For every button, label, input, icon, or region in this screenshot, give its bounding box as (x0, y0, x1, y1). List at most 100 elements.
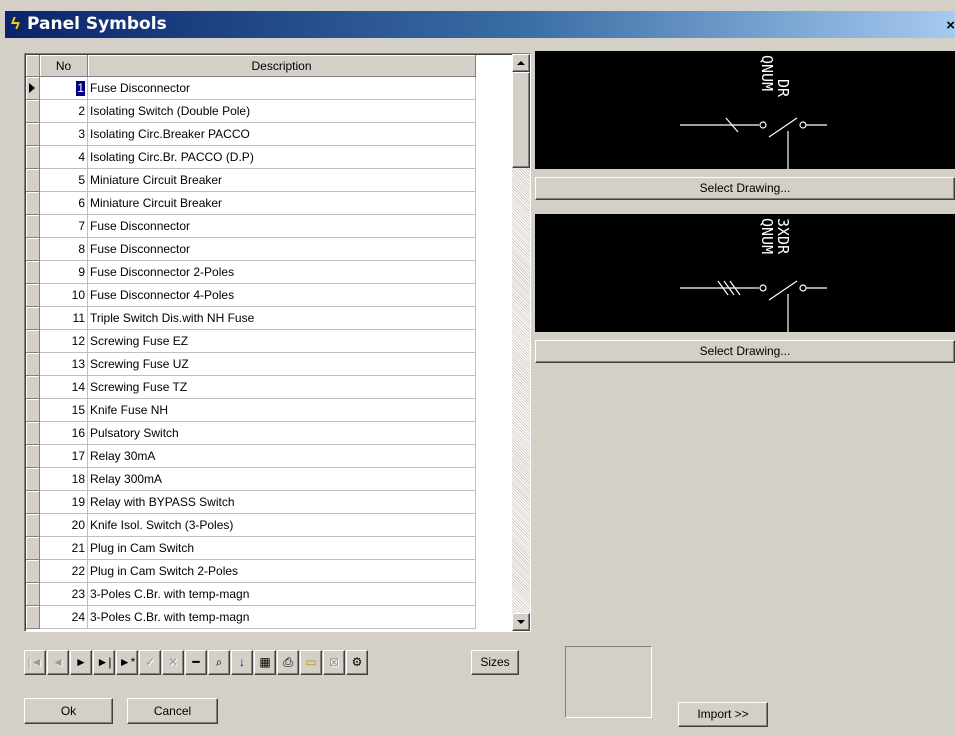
close-table-button[interactable]: ⊠ (323, 650, 345, 675)
cell-no[interactable]: 9 (40, 261, 88, 284)
cell-no[interactable]: 19 (40, 491, 88, 514)
table-row[interactable]: 5 Miniature Circuit Breaker (26, 169, 476, 192)
table-row[interactable]: 23 3-Poles C.Br. with temp-magn (26, 583, 476, 606)
table-row[interactable]: 9 Fuse Disconnector 2-Poles (26, 261, 476, 284)
table-row[interactable]: 20 Knife Isol. Switch (3-Poles) (26, 514, 476, 537)
table-row[interactable]: 15 Knife Fuse NH (26, 399, 476, 422)
cell-description[interactable]: Knife Fuse NH (88, 399, 476, 422)
cell-description[interactable]: 3-Poles C.Br. with temp-magn (88, 606, 476, 629)
ok-button[interactable]: Ok (24, 698, 113, 724)
row-indicator[interactable] (26, 192, 40, 215)
table-row[interactable]: 24 3-Poles C.Br. with temp-magn (26, 606, 476, 629)
cell-no[interactable]: 5 (40, 169, 88, 192)
cell-no[interactable]: 1 (40, 77, 88, 100)
row-indicator[interactable] (26, 376, 40, 399)
column-header-no[interactable]: No (40, 55, 88, 77)
cell-description[interactable]: Fuse Disconnector 2-Poles (88, 261, 476, 284)
table-row[interactable]: 14 Screwing Fuse TZ (26, 376, 476, 399)
row-indicator[interactable] (26, 353, 40, 376)
cell-description[interactable]: Fuse Disconnector (88, 238, 476, 261)
row-indicator[interactable] (26, 77, 40, 100)
row-indicator[interactable] (26, 169, 40, 192)
row-indicator[interactable] (26, 330, 40, 353)
table-row[interactable]: 11 Triple Switch Dis.with NH Fuse (26, 307, 476, 330)
cell-description[interactable]: Fuse Disconnector (88, 215, 476, 238)
row-indicator[interactable] (26, 445, 40, 468)
next-record-button[interactable]: ► (70, 650, 92, 675)
cell-no[interactable]: 4 (40, 146, 88, 169)
cell-description[interactable]: Relay 300mA (88, 468, 476, 491)
row-indicator[interactable] (26, 215, 40, 238)
scroll-down-button[interactable] (512, 613, 530, 631)
cell-description[interactable]: Plug in Cam Switch 2-Poles (88, 560, 476, 583)
insert-record-button[interactable]: ►* (116, 650, 138, 675)
cell-description[interactable]: 3-Poles C.Br. with temp-magn (88, 583, 476, 606)
row-indicator[interactable] (26, 261, 40, 284)
cell-description[interactable]: Isolating Circ.Br. PACCO (D.P) (88, 146, 476, 169)
cell-description[interactable]: Triple Switch Dis.with NH Fuse (88, 307, 476, 330)
prior-record-button[interactable]: ◄ (47, 650, 69, 675)
table-row[interactable]: 1 Fuse Disconnector (26, 77, 476, 100)
row-indicator[interactable] (26, 146, 40, 169)
cell-no[interactable]: 3 (40, 123, 88, 146)
row-indicator[interactable] (26, 123, 40, 146)
row-indicator[interactable] (26, 307, 40, 330)
select-drawing-button-2[interactable]: Select Drawing... (535, 340, 955, 363)
table-row[interactable]: 12 Screwing Fuse EZ (26, 330, 476, 353)
cell-no[interactable]: 22 (40, 560, 88, 583)
sort-button[interactable]: ↓ (231, 650, 253, 675)
row-indicator[interactable] (26, 468, 40, 491)
cell-no[interactable]: 10 (40, 284, 88, 307)
row-indicator[interactable] (26, 583, 40, 606)
cell-no[interactable]: 17 (40, 445, 88, 468)
cell-no[interactable]: 18 (40, 468, 88, 491)
cell-no[interactable]: 24 (40, 606, 88, 629)
table-row[interactable]: 10 Fuse Disconnector 4-Poles (26, 284, 476, 307)
cell-no[interactable]: 14 (40, 376, 88, 399)
vertical-scrollbar[interactable] (512, 54, 530, 631)
table-row[interactable]: 8 Fuse Disconnector (26, 238, 476, 261)
cell-description[interactable]: Isolating Switch (Double Pole) (88, 100, 476, 123)
row-indicator[interactable] (26, 514, 40, 537)
cell-no[interactable]: 21 (40, 537, 88, 560)
table-row[interactable]: 17 Relay 30mA (26, 445, 476, 468)
post-button[interactable]: ✓ (139, 650, 161, 675)
cell-no[interactable]: 15 (40, 399, 88, 422)
row-indicator[interactable] (26, 560, 40, 583)
table-row[interactable]: 18 Relay 300mA (26, 468, 476, 491)
cell-no[interactable]: 16 (40, 422, 88, 445)
cell-no[interactable]: 2 (40, 100, 88, 123)
cell-no[interactable]: 7 (40, 215, 88, 238)
delete-record-button[interactable]: ━ (185, 650, 207, 675)
close-button[interactable]: × (943, 18, 955, 34)
column-header-description[interactable]: Description (88, 55, 476, 77)
cell-no[interactable]: 6 (40, 192, 88, 215)
cell-description[interactable]: Knife Isol. Switch (3-Poles) (88, 514, 476, 537)
table-row[interactable]: 2 Isolating Switch (Double Pole) (26, 100, 476, 123)
table-row[interactable]: 7 Fuse Disconnector (26, 215, 476, 238)
row-indicator[interactable] (26, 422, 40, 445)
select-drawing-button-1[interactable]: Select Drawing... (535, 177, 955, 200)
cell-description[interactable]: Isolating Circ.Breaker PACCO (88, 123, 476, 146)
cell-no[interactable]: 12 (40, 330, 88, 353)
cell-description[interactable]: Screwing Fuse UZ (88, 353, 476, 376)
row-indicator[interactable] (26, 284, 40, 307)
cell-description[interactable]: Relay with BYPASS Switch (88, 491, 476, 514)
table-row[interactable]: 13 Screwing Fuse UZ (26, 353, 476, 376)
table-row[interactable]: 22 Plug in Cam Switch 2-Poles (26, 560, 476, 583)
find-button[interactable]: ⌕ (208, 650, 230, 675)
cell-description[interactable]: Relay 30mA (88, 445, 476, 468)
table-edit-button[interactable]: ▦ (254, 650, 276, 675)
cell-description[interactable]: Miniature Circuit Breaker (88, 169, 476, 192)
table-row[interactable]: 4 Isolating Circ.Br. PACCO (D.P) (26, 146, 476, 169)
row-indicator[interactable] (26, 399, 40, 422)
cell-description[interactable]: Miniature Circuit Breaker (88, 192, 476, 215)
cell-description[interactable]: Pulsatory Switch (88, 422, 476, 445)
last-record-button[interactable]: ►| (93, 650, 115, 675)
cell-no[interactable]: 20 (40, 514, 88, 537)
first-record-button[interactable]: |◄ (24, 650, 46, 675)
import-button[interactable]: Import >> (678, 702, 768, 727)
cell-description[interactable]: Plug in Cam Switch (88, 537, 476, 560)
dbf-button[interactable]: ⚙ (346, 650, 368, 675)
row-indicator[interactable] (26, 238, 40, 261)
